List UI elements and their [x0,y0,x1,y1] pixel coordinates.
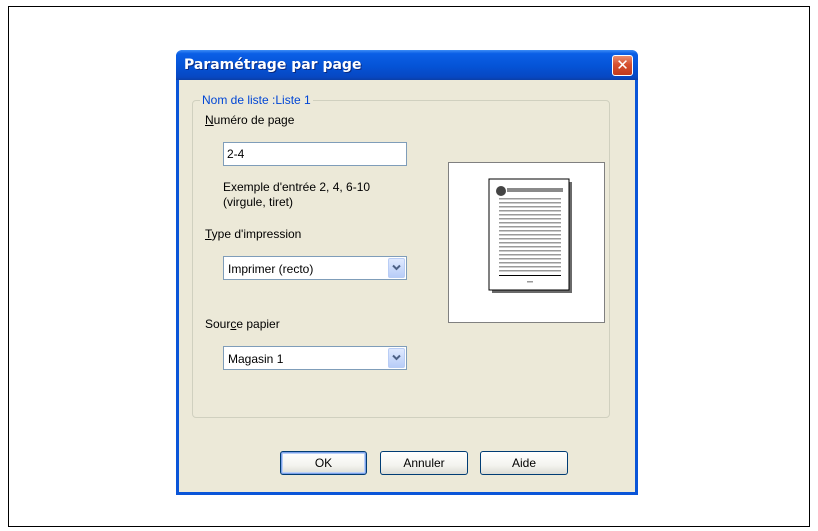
cancel-button[interactable]: Annuler [380,451,468,475]
group-legend: Nom de liste :Liste 1 [200,93,313,107]
dialog-title: Paramétrage par page [184,57,362,73]
print-type-select[interactable]: Imprimer (recto) [223,256,407,280]
example-text-line2: (virgule, tiret) [223,195,294,209]
print-type-dropdown-button[interactable] [388,258,405,278]
paper-source-label: Source papier [205,317,280,331]
close-icon: ✕ [616,56,629,74]
page-number-label: Numéro de page [205,113,295,127]
page-settings-dialog: Paramétrage par page ✕ Nom de liste :Lis… [176,50,638,495]
example-text-line1: Exemple d'entrée 2, 4, 6-10 [223,180,371,194]
print-type-value: Imprimer (recto) [228,262,314,276]
page-preview-icon [488,178,572,293]
print-type-label: Type d'impression [205,227,302,241]
chevron-down-icon [392,354,401,361]
page-number-input[interactable] [223,142,407,166]
ok-button[interactable]: OK [280,451,367,475]
chevron-down-icon [392,264,401,271]
page-preview [448,162,605,323]
close-button[interactable]: ✕ [612,55,633,76]
title-bar[interactable]: Paramétrage par page ✕ [176,50,638,80]
list-groupbox: Nom de liste :Liste 1 Numéro de page Exe… [192,93,610,418]
dialog-body: Nom de liste :Liste 1 Numéro de page Exe… [179,80,635,492]
paper-source-dropdown-button[interactable] [388,348,405,368]
paper-source-value: Magasin 1 [228,352,284,366]
paper-source-select[interactable]: Magasin 1 [223,346,407,370]
help-button[interactable]: Aide [480,451,568,475]
